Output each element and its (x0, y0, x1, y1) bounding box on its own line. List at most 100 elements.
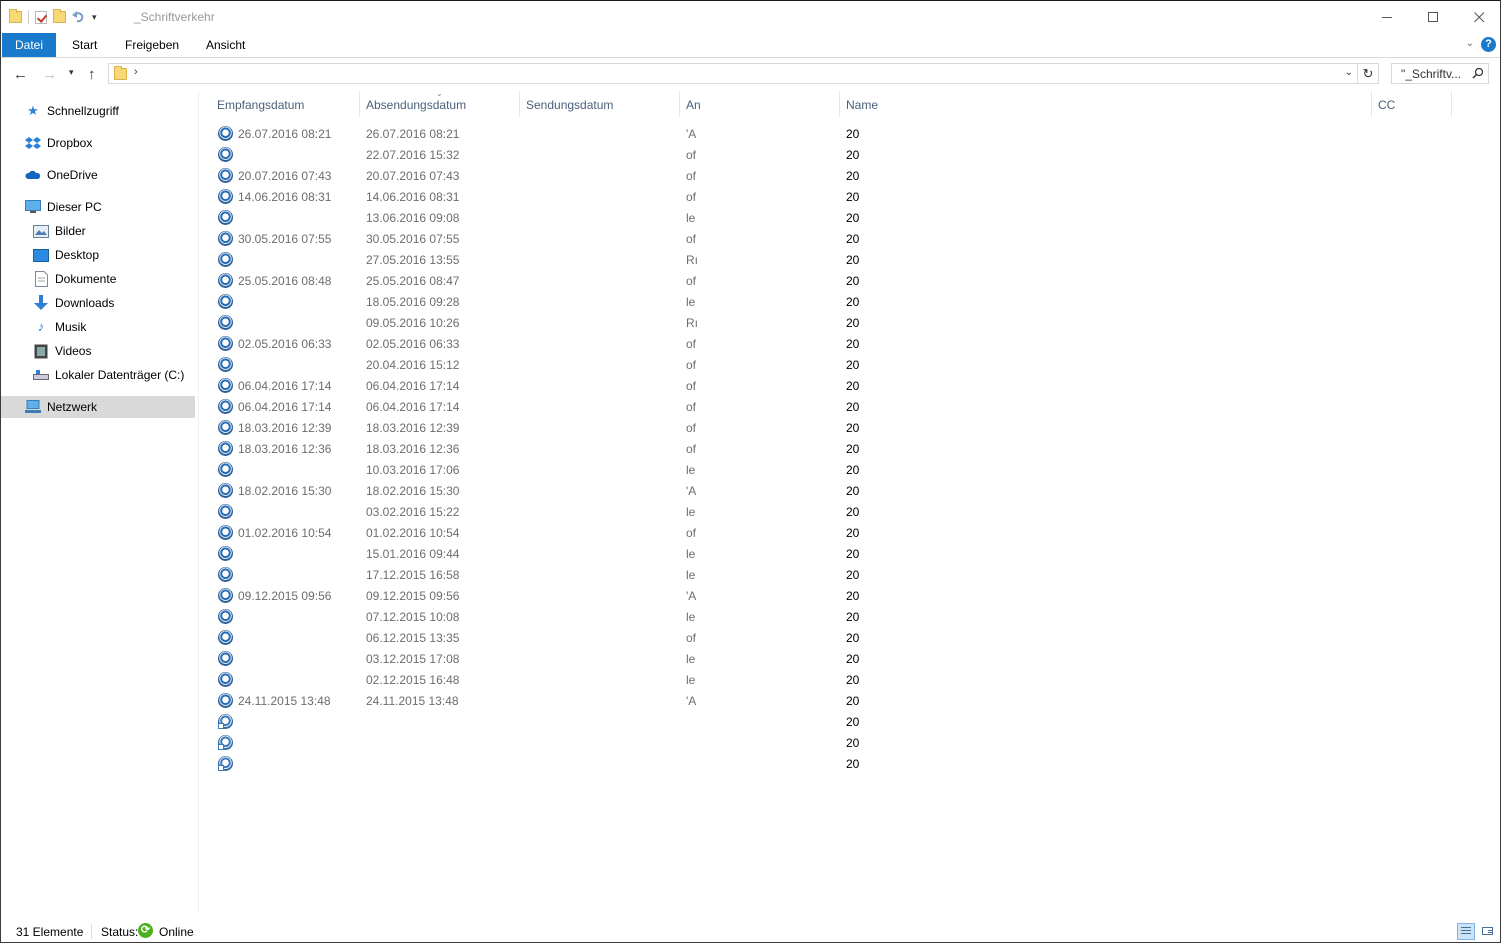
table-row[interactable]: 20.04.2016 15:12 of 20 (199, 354, 1499, 375)
expand-ribbon-icon[interactable]: ⌄ (1466, 38, 1474, 49)
table-row[interactable]: 14.06.2016 08:31 14.06.2016 08:31 of 20 (199, 186, 1499, 207)
column-divider[interactable] (1371, 91, 1372, 117)
column-header-sendungsdatum[interactable]: Sendungsdatum (526, 98, 613, 112)
column-header-empfangsdatum[interactable]: Empfangsdatum (217, 98, 304, 112)
tab-datei[interactable]: Datei (2, 33, 56, 57)
back-arrow-icon[interactable]: ← (13, 66, 28, 83)
table-row[interactable]: 18.03.2016 12:36 18.03.2016 12:36 of 20 (199, 438, 1499, 459)
tab-ansicht[interactable]: Ansicht (206, 33, 245, 57)
mail-shortcut-icon (218, 756, 233, 771)
tab-start[interactable]: Start (72, 33, 97, 57)
table-row[interactable]: 02.05.2016 06:33 02.05.2016 06:33 of 20 (199, 333, 1499, 354)
table-row[interactable]: 20.07.2016 07:43 20.07.2016 07:43 of 20 (199, 165, 1499, 186)
sidebar-item-musik[interactable]: ♪ Musik (33, 316, 87, 338)
table-row[interactable]: 06.04.2016 17:14 06.04.2016 17:14 of 20 (199, 375, 1499, 396)
column-divider[interactable] (1451, 91, 1452, 117)
sidebar-item-desktop[interactable]: Desktop (33, 244, 99, 266)
search-icon[interactable] (1472, 67, 1484, 79)
sidebar-item-dokumente[interactable]: Dokumente (33, 268, 116, 290)
sidebar-item-dropbox[interactable]: Dropbox (25, 132, 92, 154)
column-divider[interactable] (519, 91, 520, 117)
properties-icon[interactable] (35, 10, 47, 24)
maximize-icon[interactable] (1410, 1, 1456, 33)
cell-an: le (686, 547, 696, 561)
mail-shortcut-icon (218, 735, 233, 750)
cell-an: of (686, 337, 697, 351)
title-bar: ▾ _Schriftverkehr (1, 1, 1500, 33)
table-row[interactable]: 20 (199, 732, 1499, 753)
table-row[interactable]: 02.12.2015 16:48 le 20 (199, 669, 1499, 690)
sidebar-item-label: Dropbox (47, 136, 93, 150)
large-icons-view-icon[interactable] (1479, 923, 1497, 940)
address-dropdown-icon[interactable]: ⌄ (1345, 67, 1353, 78)
sidebar-item-netzwerk[interactable]: Netzwerk (1, 396, 195, 418)
table-row[interactable]: 06.04.2016 17:14 06.04.2016 17:14 of 20 (199, 396, 1499, 417)
table-row[interactable]: 09.12.2015 09:56 09.12.2015 09:56 'A 20 (199, 585, 1499, 606)
column-header-an[interactable]: An (686, 98, 701, 112)
column-header-cc[interactable]: CC (1378, 98, 1395, 112)
column-divider[interactable] (839, 91, 840, 117)
folder-icon (114, 66, 127, 80)
cell-name: 20 (846, 589, 860, 603)
table-row[interactable]: 26.07.2016 08:21 26.07.2016 08:21 'A 20 (199, 123, 1499, 144)
mail-item-icon (218, 546, 233, 561)
sidebar-item-bilder[interactable]: Bilder (33, 220, 86, 242)
customize-toolbar-dropdown-icon[interactable]: ▾ (92, 12, 97, 23)
sidebar-item-downloads[interactable]: Downloads (33, 292, 114, 314)
forward-arrow-icon[interactable]: → (42, 66, 57, 83)
column-divider[interactable] (359, 91, 360, 117)
cell-an: le (686, 568, 696, 582)
table-row[interactable]: 18.03.2016 12:39 18.03.2016 12:39 of 20 (199, 417, 1499, 438)
table-row[interactable]: 20 (199, 711, 1499, 732)
desktop-icon (33, 247, 49, 263)
mail-item-icon (218, 504, 233, 519)
table-row[interactable]: 24.11.2015 13:48 24.11.2015 13:48 'A 20 (199, 690, 1499, 711)
table-row[interactable]: 07.12.2015 10:08 le 20 (199, 606, 1499, 627)
table-row[interactable]: 03.12.2015 17:08 le 20 (199, 648, 1499, 669)
table-row[interactable]: 25.05.2016 08:48 25.05.2016 08:47 of 20 (199, 270, 1499, 291)
sidebar-item-schnellzugriff[interactable]: ★ Schnellzugriff (25, 100, 119, 122)
tab-freigeben[interactable]: Freigeben (125, 33, 179, 57)
table-row[interactable]: 27.05.2016 13:55 Rı 20 (199, 249, 1499, 270)
sidebar-item-dieser-pc[interactable]: Dieser PC (25, 196, 102, 218)
table-row[interactable]: 06.12.2015 13:35 of 20 (199, 627, 1499, 648)
new-folder-icon[interactable] (53, 9, 66, 23)
details-view-icon[interactable] (1457, 923, 1475, 940)
cell-an: le (686, 610, 696, 624)
table-row[interactable]: 09.05.2016 10:26 Rı 20 (199, 312, 1499, 333)
table-row[interactable]: 22.07.2016 15:32 of 20 (199, 144, 1499, 165)
up-arrow-icon[interactable]: ↑ (88, 66, 96, 83)
search-input[interactable]: "_Schriftv... (1391, 63, 1489, 84)
recent-dropdown-icon[interactable]: ▾ (69, 67, 74, 78)
minimize-icon[interactable] (1364, 1, 1410, 33)
address-bar[interactable]: › ⌄ (108, 63, 1358, 84)
table-row[interactable]: 30.05.2016 07:55 30.05.2016 07:55 of 20 (199, 228, 1499, 249)
music-icon: ♪ (37, 319, 45, 334)
table-row[interactable]: 17.12.2015 16:58 le 20 (199, 564, 1499, 585)
table-row[interactable]: 18.02.2016 15:30 18.02.2016 15:30 'A 20 (199, 480, 1499, 501)
sort-caret-icon: ⌄ (436, 89, 443, 98)
table-row[interactable]: 13.06.2016 09:08 le 20 (199, 207, 1499, 228)
divider (91, 924, 92, 939)
column-divider[interactable] (679, 91, 680, 117)
table-row[interactable]: 03.02.2016 15:22 le 20 (199, 501, 1499, 522)
sidebar-item-videos[interactable]: Videos (33, 340, 91, 362)
table-row[interactable]: 20 (199, 753, 1499, 774)
column-header-absendungsdatum[interactable]: Absendungsdatum (366, 98, 466, 112)
column-header-name[interactable]: Name (846, 98, 878, 112)
mail-item-icon (218, 378, 233, 393)
sidebar-item-lokaler-datentraeger[interactable]: Lokaler Datenträger (C:) (33, 364, 184, 386)
help-icon[interactable]: ? (1481, 37, 1496, 52)
close-icon[interactable] (1456, 1, 1501, 33)
sidebar-item-onedrive[interactable]: OneDrive (25, 164, 98, 186)
refresh-icon[interactable]: ↻ (1358, 63, 1379, 84)
cell-name: 20 (846, 400, 860, 414)
breadcrumb-separator[interactable]: › (134, 66, 138, 78)
table-row[interactable]: 18.05.2016 09:28 le 20 (199, 291, 1499, 312)
table-row[interactable]: 15.01.2016 09:44 le 20 (199, 543, 1499, 564)
table-row[interactable]: 10.03.2016 17:06 le 20 (199, 459, 1499, 480)
sidebar-item-label: Desktop (55, 248, 100, 262)
table-row[interactable]: 01.02.2016 10:54 01.02.2016 10:54 of 20 (199, 522, 1499, 543)
undo-icon[interactable] (72, 10, 86, 24)
cell-an: of (686, 526, 697, 540)
